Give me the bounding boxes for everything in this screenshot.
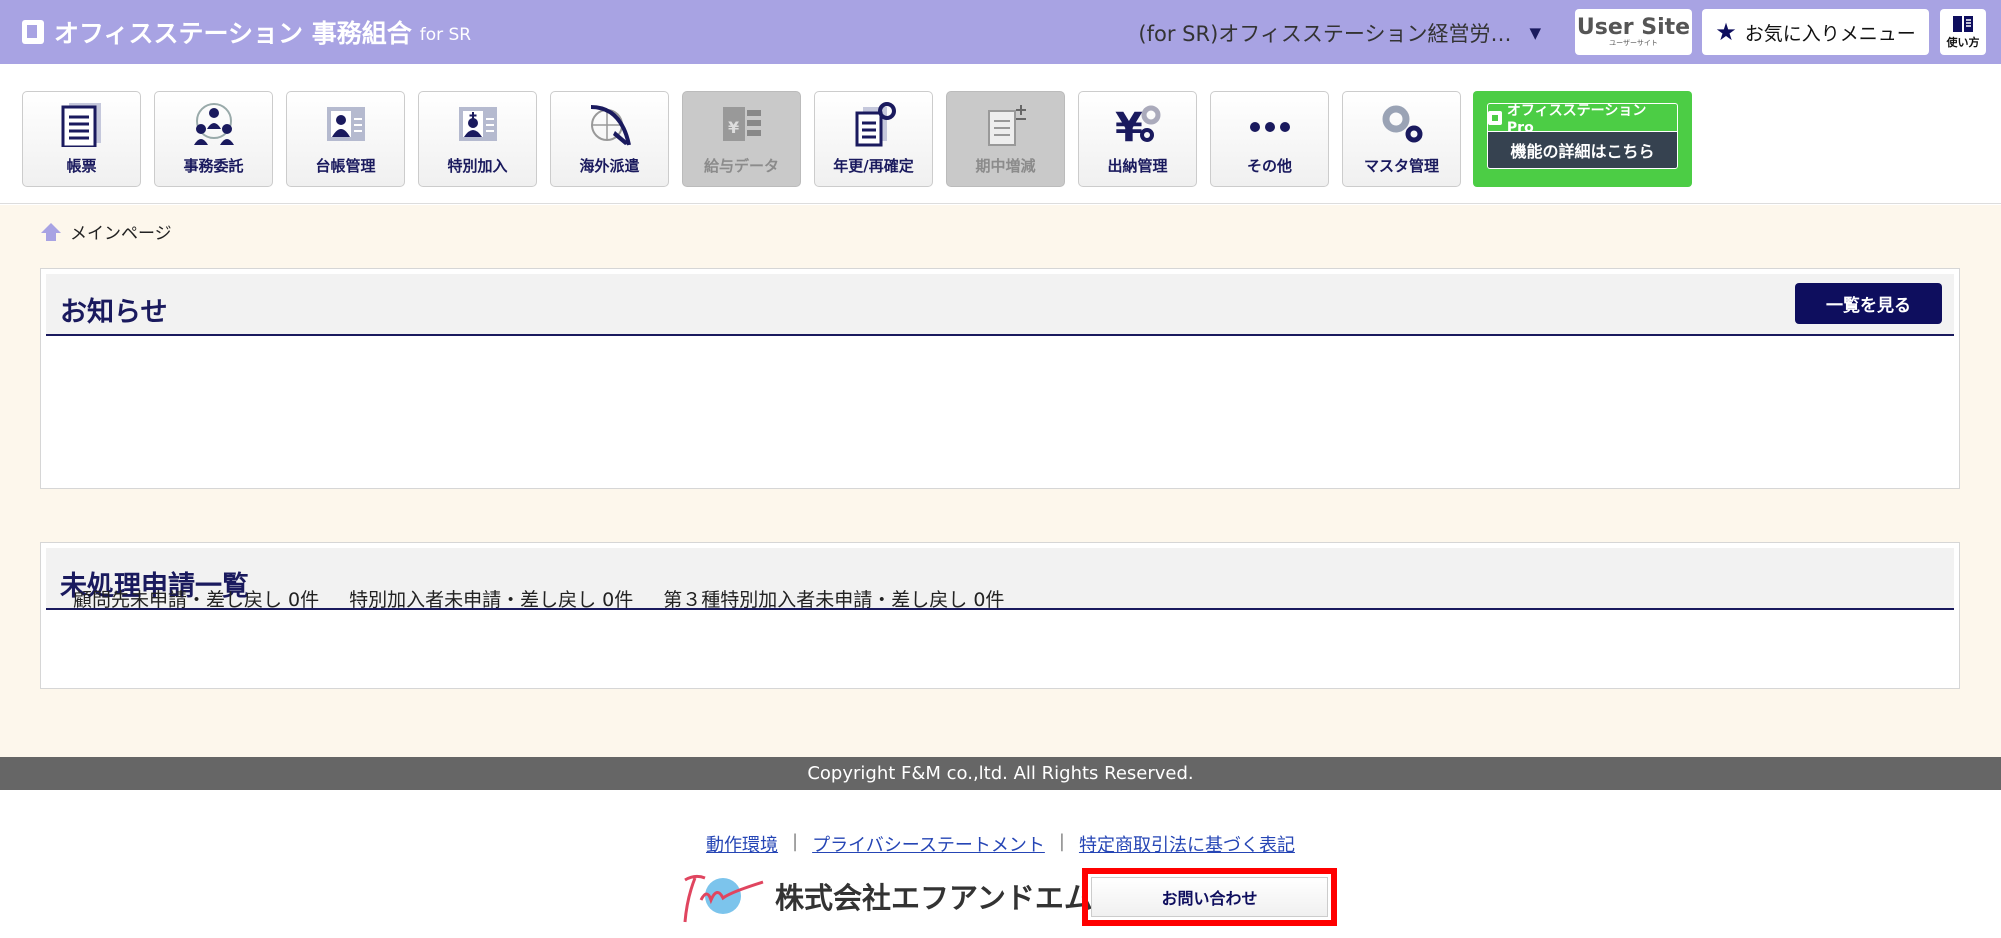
user-site-sublabel: ユーザーサイト: [1609, 39, 1658, 47]
user-site-button[interactable]: User Site ユーザーサイト: [1575, 9, 1692, 55]
separator: |: [1058, 831, 1065, 852]
notices-panel: お知らせ 一覧を見る: [40, 268, 1960, 489]
menu-label: 事務委託: [183, 157, 244, 175]
pending-client-count: 顧問先未申請・差し戻し 0件: [73, 589, 320, 611]
menu-forms[interactable]: 帳票: [22, 91, 141, 187]
menu-office-commission[interactable]: 事務委託: [154, 91, 273, 187]
view-all-notices-button[interactable]: 一覧を見る: [1795, 283, 1942, 324]
document-refresh-icon: [855, 102, 896, 147]
menu-midterm-changes[interactable]: 期中増減: [946, 91, 1065, 187]
copyright-bar: Copyright F&M co.,ltd. All Rights Reserv…: [0, 757, 2001, 790]
app-logo[interactable]: オフィスステーション 事務組合 for SR: [22, 14, 471, 50]
main-content: メインページ お知らせ 一覧を見る 未処理申請一覧 顧問先未申請・差し戻し 0件…: [0, 205, 2001, 757]
id-card-plus-icon: [458, 107, 497, 141]
org-selector[interactable]: (for SR)オフィスステーション経営労… ▼: [1138, 18, 1541, 48]
globe-plane-icon: [590, 105, 631, 146]
link-commercial-law[interactable]: 特定商取引法に基づく表記: [1079, 831, 1295, 857]
pending-requests-panel: 未処理申請一覧 顧問先未申請・差し戻し 0件 特別加入者未申請・差し戻し 0件 …: [40, 542, 1960, 689]
org-selector-label: (for SR)オフィスステーション経営労…: [1138, 22, 1512, 46]
book-icon: [1953, 16, 1973, 32]
menu-ledger[interactable]: 台帳管理: [286, 91, 405, 187]
fm-logo-icon: [683, 874, 764, 923]
separator: |: [792, 831, 799, 852]
id-card-icon: [326, 107, 365, 141]
link-privacy[interactable]: プライバシーステートメント: [812, 831, 1045, 857]
document-icon: [61, 103, 101, 147]
contact-button[interactable]: お問い合わせ: [1091, 877, 1328, 917]
app-title: オフィスステーション 事務組合: [54, 19, 412, 48]
menu-label: マスタ管理: [1363, 157, 1439, 175]
company-logo: 株式会社エフアンドエム: [665, 868, 1093, 924]
link-system-requirements[interactable]: 動作環境: [706, 831, 778, 857]
menu-label: 期中増減: [975, 157, 1036, 175]
menu-special-enrollment[interactable]: 特別加入: [418, 91, 537, 187]
svg-text:¥: ¥: [1115, 105, 1143, 147]
menu-label: 給与データ: [703, 157, 779, 175]
help-button[interactable]: 使い方: [1940, 9, 1986, 55]
more-dots-icon: [1249, 122, 1290, 132]
payroll-icon: ¥: [722, 107, 761, 141]
breadcrumb-current: メインページ: [70, 224, 172, 244]
contact-highlight: お問い合わせ: [1082, 868, 1337, 926]
breadcrumb: メインページ: [40, 219, 172, 244]
document-plusminus-icon: [987, 105, 1026, 146]
menu-label: 海外派遣: [579, 157, 640, 175]
copyright-text: Copyright F&M co.,ltd. All Rights Reserv…: [807, 763, 1194, 784]
svg-text:¥: ¥: [728, 118, 739, 137]
pending-type3-count: 第３種特別加入者未申請・差し戻し 0件: [663, 589, 1005, 611]
menu-label: 出納管理: [1107, 157, 1168, 175]
user-site-label: User Site: [1576, 15, 1691, 40]
notices-title: お知らせ: [60, 297, 168, 328]
gears-icon: [1382, 105, 1422, 143]
app-logo-icon: [22, 20, 44, 44]
pro-brand: オフィスステーション Pro: [1506, 102, 1647, 136]
menu-label: 年更/再確定: [833, 157, 914, 175]
menu-label: 特別加入: [447, 157, 508, 175]
favorites-menu-button[interactable]: ★ お気に入りメニュー: [1702, 9, 1929, 55]
app-suffix: for SR: [419, 25, 472, 45]
menu-master-management[interactable]: マスタ管理: [1342, 91, 1461, 187]
menu-annual-update[interactable]: 年更/再確定: [814, 91, 933, 187]
yen-gear-icon: ¥: [1115, 105, 1160, 147]
function-menu: 帳票 事務委託 台帳管理 特別加入 海外派遣 ¥ 給与データ 年更/再確定 期中増…: [0, 64, 2001, 204]
menu-overseas-dispatch[interactable]: 海外派遣: [550, 91, 669, 187]
company-name: 株式会社エフアンドエム: [775, 881, 1093, 915]
people-globe-icon: [193, 103, 234, 145]
menu-cash-management[interactable]: ¥ 出納管理: [1078, 91, 1197, 187]
menu-label: 帳票: [66, 157, 97, 175]
pro-logo-icon: [1488, 110, 1502, 125]
home-icon[interactable]: [40, 222, 62, 242]
top-bar: オフィスステーション 事務組合 for SR (for SR)オフィスステーショ…: [0, 0, 2001, 64]
menu-label: その他: [1246, 157, 1292, 175]
menu-label: 台帳管理: [315, 157, 376, 175]
menu-other[interactable]: その他: [1210, 91, 1329, 187]
pro-details-banner[interactable]: オフィスステーション Pro 機能の詳細はこちら: [1473, 91, 1692, 187]
menu-payroll-data[interactable]: ¥ 給与データ: [682, 91, 801, 187]
star-icon: ★: [1715, 18, 1737, 46]
caret-down-icon: ▼: [1529, 24, 1541, 42]
pro-details-label: 機能の詳細はこちら: [1487, 131, 1678, 169]
footer-links: 動作環境 | プライバシーステートメント | 特定商取引法に基づく表記: [0, 831, 2001, 857]
help-label: 使い方: [1946, 36, 1980, 49]
pending-special-count: 特別加入者未申請・差し戻し 0件: [349, 589, 634, 611]
favorites-label: お気に入りメニュー: [1744, 22, 1916, 45]
